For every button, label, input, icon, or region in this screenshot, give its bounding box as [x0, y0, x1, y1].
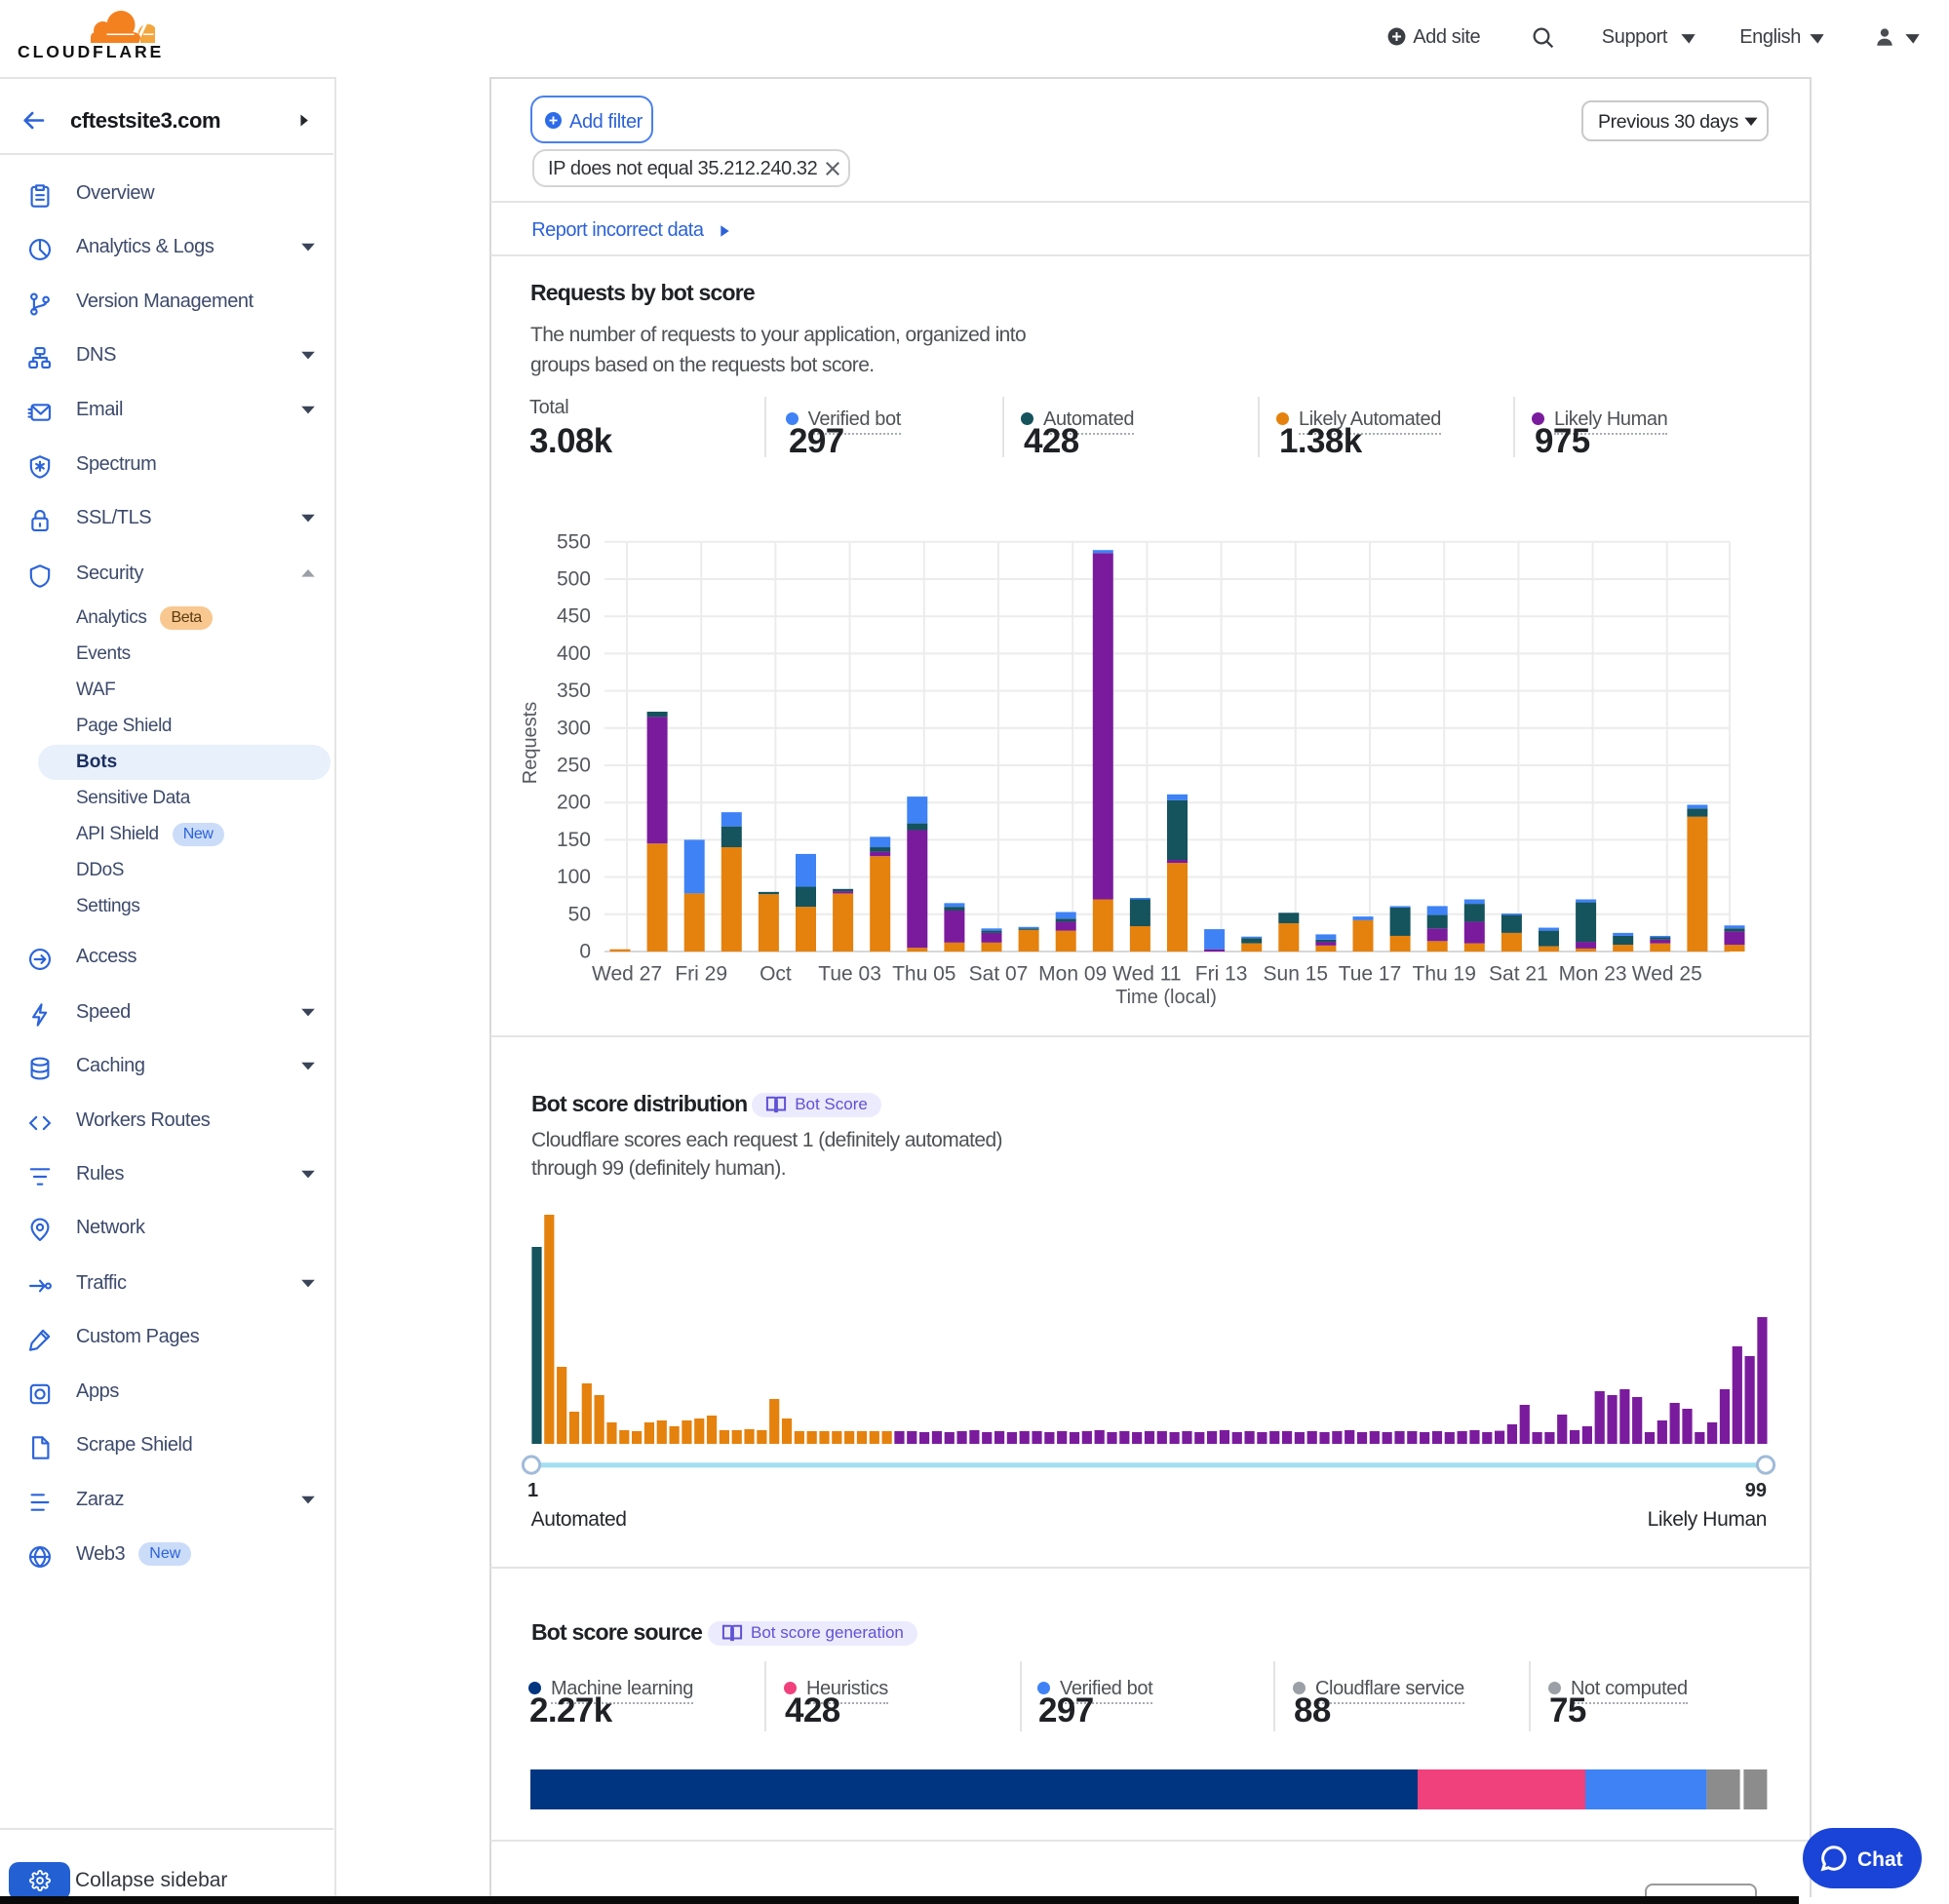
svg-text:Sat 21: Sat 21 — [1489, 963, 1548, 986]
svg-text:Wed 27: Wed 27 — [592, 963, 662, 986]
svg-text:Thu 05: Thu 05 — [892, 963, 955, 986]
svg-text:550: 550 — [557, 530, 591, 553]
svg-text:Sat 07: Sat 07 — [969, 963, 1029, 986]
svg-text:Time (local): Time (local) — [1115, 987, 1217, 1008]
svg-text:Tue 17: Tue 17 — [1339, 963, 1402, 986]
svg-text:500: 500 — [557, 568, 591, 591]
svg-text:450: 450 — [557, 605, 591, 628]
svg-text:Mon 09: Mon 09 — [1038, 963, 1107, 986]
svg-text:400: 400 — [557, 642, 591, 665]
svg-text:Mon 23: Mon 23 — [1559, 963, 1627, 986]
svg-text:Thu 19: Thu 19 — [1413, 963, 1476, 986]
svg-text:0: 0 — [579, 941, 591, 963]
svg-text:Wed 25: Wed 25 — [1632, 963, 1702, 986]
svg-text:150: 150 — [557, 829, 591, 851]
svg-text:200: 200 — [557, 792, 591, 814]
svg-text:Fri 29: Fri 29 — [675, 963, 727, 986]
svg-text:100: 100 — [557, 866, 591, 888]
svg-text:50: 50 — [568, 903, 591, 925]
svg-text:Wed 11: Wed 11 — [1112, 963, 1181, 986]
svg-text:Tue 03: Tue 03 — [818, 963, 881, 986]
svg-text:350: 350 — [557, 680, 591, 702]
svg-text:Oct: Oct — [760, 963, 792, 986]
svg-text:300: 300 — [557, 717, 591, 739]
svg-text:Requests: Requests — [520, 702, 541, 785]
svg-text:Fri 13: Fri 13 — [1195, 963, 1248, 986]
svg-text:250: 250 — [557, 755, 591, 777]
svg-text:Sun 15: Sun 15 — [1264, 963, 1329, 986]
